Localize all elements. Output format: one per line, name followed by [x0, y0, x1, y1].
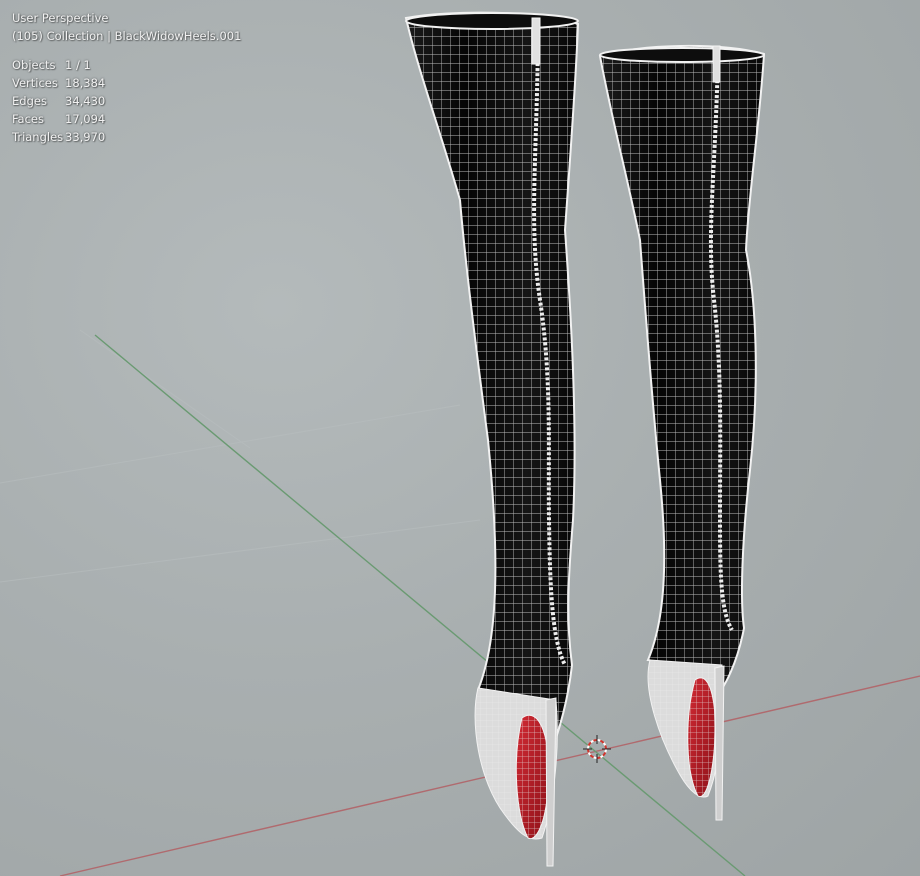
stat-label: Edges — [12, 94, 47, 108]
stat-label: Objects — [12, 58, 56, 72]
stat-value: 1 / 1 — [65, 58, 91, 72]
stat-row-faces: Faces 17,094 — [12, 110, 241, 128]
stat-label: Vertices — [12, 76, 58, 90]
left-boot-top-rim — [405, 12, 579, 30]
right-boot-zipper-pull — [712, 45, 721, 83]
stat-row-objects: Objects 1 / 1 — [12, 56, 241, 74]
left-boot-mesh[interactable] — [404, 11, 580, 867]
y-axis-line — [94, 334, 746, 876]
right-boot-mesh[interactable] — [598, 44, 766, 821]
stat-value: 34,430 — [65, 94, 106, 108]
view-name-label: User Perspective — [12, 11, 109, 25]
stat-row-vertices: Vertices 18,384 — [12, 74, 241, 92]
stat-value: 17,094 — [65, 112, 106, 126]
stat-row-edges: Edges 34,430 — [12, 92, 241, 110]
scene-statistics: Objects 1 / 1 Vertices 18,384 Edges 34,4… — [12, 56, 241, 146]
stat-value: 33,970 — [65, 130, 106, 144]
3d-cursor-icon[interactable] — [583, 735, 611, 763]
right-boot-top-rim — [599, 47, 765, 63]
left-boot-zipper-pull — [531, 17, 541, 65]
right-boot-heel — [714, 665, 725, 821]
right-boot-shaft-wire — [600, 45, 764, 700]
left-boot-heel — [545, 697, 557, 867]
viewport-text-overlay: User Perspective (105) Collection | Blac… — [12, 9, 241, 146]
collection-label: (105) Collection | BlackWidowHeels.001 — [12, 29, 242, 43]
stat-label: Faces — [12, 112, 44, 126]
stat-label: Triangles — [12, 130, 64, 144]
left-boot-shaft-wire — [406, 12, 578, 761]
stat-value: 18,384 — [65, 76, 106, 90]
stat-row-triangles: Triangles 33,970 — [12, 128, 241, 146]
3d-viewport[interactable]: User Perspective (105) Collection | Blac… — [0, 0, 920, 876]
